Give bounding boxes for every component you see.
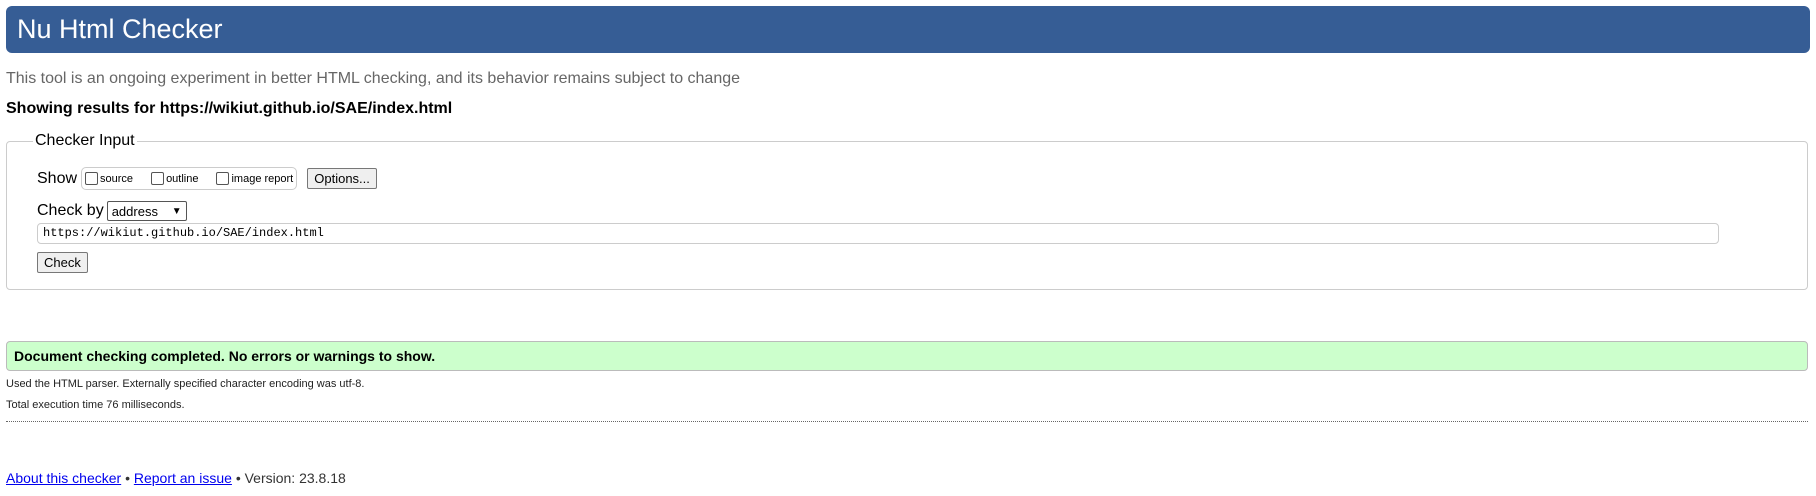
checker-input-fieldset: Checker Input Show source outline image … (6, 132, 1808, 290)
page-title: Nu Html Checker (17, 14, 223, 44)
results-heading: Showing results for https://wikiut.githu… (6, 100, 453, 117)
parser-info: Used the HTML parser. Externally specifi… (6, 378, 365, 390)
divider (6, 421, 1808, 422)
separator: • (235, 470, 241, 486)
chevron-down-icon: ▼ (171, 205, 182, 217)
checkbox-icon[interactable] (216, 172, 230, 185)
show-outline-checkbox[interactable]: outline (151, 172, 198, 185)
check-by-label: Check by (37, 202, 104, 219)
footer: About this checker • Report an issue • V… (6, 470, 346, 486)
check-by-row: Check by address ▼ (37, 201, 187, 221)
success-message: Document checking completed. No errors o… (6, 341, 1808, 371)
show-row: Show source outline image report Options… (37, 167, 377, 190)
show-options-group: source outline image report (81, 167, 298, 190)
subtitle: This tool is an ongoing experiment in be… (6, 70, 741, 87)
url-input[interactable]: https://wikiut.github.io/SAE/index.html (37, 223, 1719, 244)
checkbox-icon[interactable] (151, 172, 165, 185)
fieldset-legend: Checker Input (33, 132, 137, 150)
check-by-select[interactable]: address ▼ (106, 201, 187, 221)
check-button[interactable]: Check (37, 252, 88, 273)
show-image-report-checkbox[interactable]: image report (216, 172, 293, 185)
page-header: Nu Html Checker (6, 6, 1810, 53)
execution-time: Total execution time 76 milliseconds. (6, 399, 185, 411)
separator: • (125, 470, 130, 486)
report-issue-link[interactable]: Report an issue (134, 470, 232, 486)
checkbox-icon[interactable] (85, 172, 99, 185)
version: Version: 23.8.18 (244, 470, 346, 486)
show-source-checkbox[interactable]: source (85, 172, 133, 185)
show-label: Show (37, 169, 78, 187)
about-link[interactable]: About this checker (6, 470, 121, 486)
options-button[interactable]: Options... (307, 168, 377, 189)
